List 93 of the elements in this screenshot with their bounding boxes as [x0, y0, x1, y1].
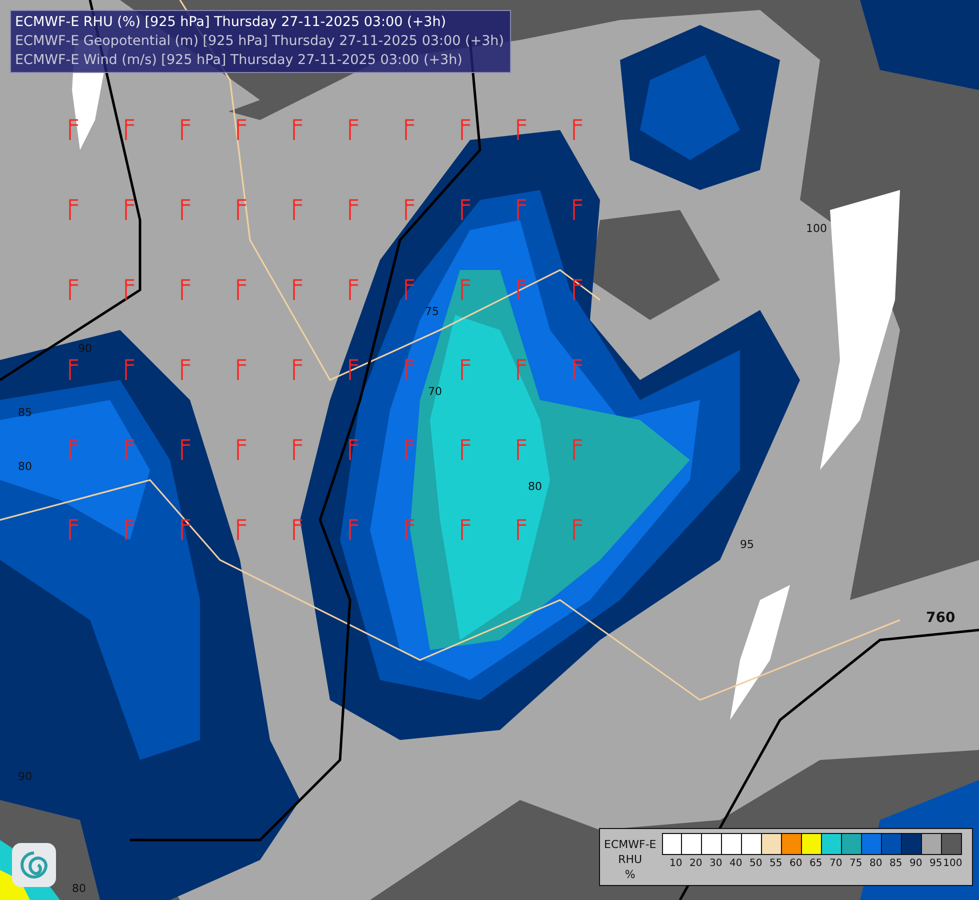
wind-barb-icon: [181, 199, 191, 221]
wind-barb-icon: [69, 439, 79, 461]
wind-barb-icon: [405, 359, 415, 381]
wind-barb-icon: [349, 279, 359, 301]
wind-barb-icon: [349, 119, 359, 141]
wind-barb-icon: [237, 519, 247, 541]
wind-barb-icon: [181, 359, 191, 381]
wind-barb-icon: [573, 519, 583, 541]
legend-tick-label: 95: [930, 858, 942, 869]
legend-title: %: [624, 867, 636, 882]
legend-tick-label: 80: [870, 858, 882, 869]
legend-tick-label: 20: [690, 858, 702, 869]
wind-barb-icon: [69, 279, 79, 301]
wind-barb-icon: [405, 199, 415, 221]
wind-barb-icon: [125, 519, 135, 541]
contour-label: 95: [740, 538, 754, 551]
wind-barb-icon: [237, 439, 247, 461]
wind-barb-icon: [517, 199, 527, 221]
wind-barb-icon: [181, 279, 191, 301]
contour-label: 90: [78, 342, 92, 355]
chart-title: ECMWF-E Geopotential (m) [925 hPa] Thursday 27-11-2025 03:00 (+3h): [15, 32, 504, 50]
wind-barb-icon: [517, 359, 527, 381]
wind-barb-icon: [349, 519, 359, 541]
contour-label: 80: [528, 480, 542, 493]
chart-title: ECMWF-E Wind (m/s) [925 hPa] Thursday 27-11-2025 03:00 (+3h): [15, 51, 464, 69]
wind-barb-icon: [293, 279, 303, 301]
legend-tick-label: 55: [770, 858, 782, 869]
wind-barb-icon: [237, 359, 247, 381]
wind-barb-icon: [125, 359, 135, 381]
contour-label: 70: [428, 385, 442, 398]
wind-barb-icon: [517, 439, 527, 461]
wind-barb-icon: [125, 439, 135, 461]
legend-tick-label: 10: [670, 858, 682, 869]
legend-tick-label: 50: [750, 858, 762, 869]
wind-barb-icon: [181, 119, 191, 141]
wind-barb-icon: [69, 359, 79, 381]
wind-barb-icon: [573, 359, 583, 381]
wind-barb-icon: [573, 439, 583, 461]
wind-barb-icon: [293, 359, 303, 381]
wind-barb-icon: [405, 119, 415, 141]
wind-barb-icon: [517, 279, 527, 301]
legend-title: ECMWF-E: [604, 837, 656, 852]
legend-tick-label: 30: [710, 858, 722, 869]
wind-barb-icon: [405, 439, 415, 461]
wind-barb-icon: [349, 439, 359, 461]
wind-barb-icon: [293, 439, 303, 461]
contour-label: 80: [18, 460, 32, 473]
wind-barb-icon: [293, 119, 303, 141]
wind-barb-icon: [125, 279, 135, 301]
wind-barb-icon: [573, 119, 583, 141]
chart-title: ECMWF-E RHU (%) [925 hPa] Thursday 27-11-2025 03:00 (+3h): [15, 13, 448, 31]
wind-barb-icon: [293, 519, 303, 541]
wind-barb-icon: [405, 279, 415, 301]
legend-tick-label: 85: [890, 858, 902, 869]
legend-tick-label: 65: [810, 858, 822, 869]
contour-label: 90: [18, 770, 32, 783]
wind-barb-icon: [573, 279, 583, 301]
wind-barb-icon: [237, 279, 247, 301]
wind-barb-icon: [237, 199, 247, 221]
wind-barb-icon: [69, 199, 79, 221]
contour-label: 100: [806, 222, 827, 235]
contour-label: 760: [926, 610, 956, 626]
wind-barb-icon: [461, 359, 471, 381]
wind-barb-icon: [461, 519, 471, 541]
legend-tick-label: 90: [910, 858, 922, 869]
logo-icon: [12, 843, 56, 887]
legend-title: RHU: [618, 852, 642, 867]
wind-barb-icon: [349, 199, 359, 221]
legend-tick-label: 70: [830, 858, 842, 869]
legend-tick-label: 75: [850, 858, 862, 869]
wind-barb-icon: [517, 519, 527, 541]
wind-barb-icon: [517, 119, 527, 141]
legend-tick-label: 40: [730, 858, 742, 869]
wind-barb-icon: [293, 199, 303, 221]
wind-barb-icon: [461, 199, 471, 221]
contour-label: 85: [18, 406, 32, 419]
contour-label: 75: [425, 305, 439, 318]
wind-barb-icon: [69, 119, 79, 141]
legend-tick-label: 60: [790, 858, 802, 869]
contour-label: 80: [72, 882, 86, 895]
wind-barb-icon: [461, 439, 471, 461]
wind-barb-icon: [349, 359, 359, 381]
wind-barb-icon: [461, 279, 471, 301]
wind-barb-icon: [461, 119, 471, 141]
wind-barb-icon: [69, 519, 79, 541]
wind-barb-icon: [125, 119, 135, 141]
wind-barb-icon: [405, 519, 415, 541]
wind-barb-icon: [181, 519, 191, 541]
wind-barb-icon: [237, 119, 247, 141]
wind-barb-icon: [573, 199, 583, 221]
legend-tick-label: 100: [943, 858, 962, 869]
wind-barb-icon: [181, 439, 191, 461]
wind-barb-icon: [125, 199, 135, 221]
